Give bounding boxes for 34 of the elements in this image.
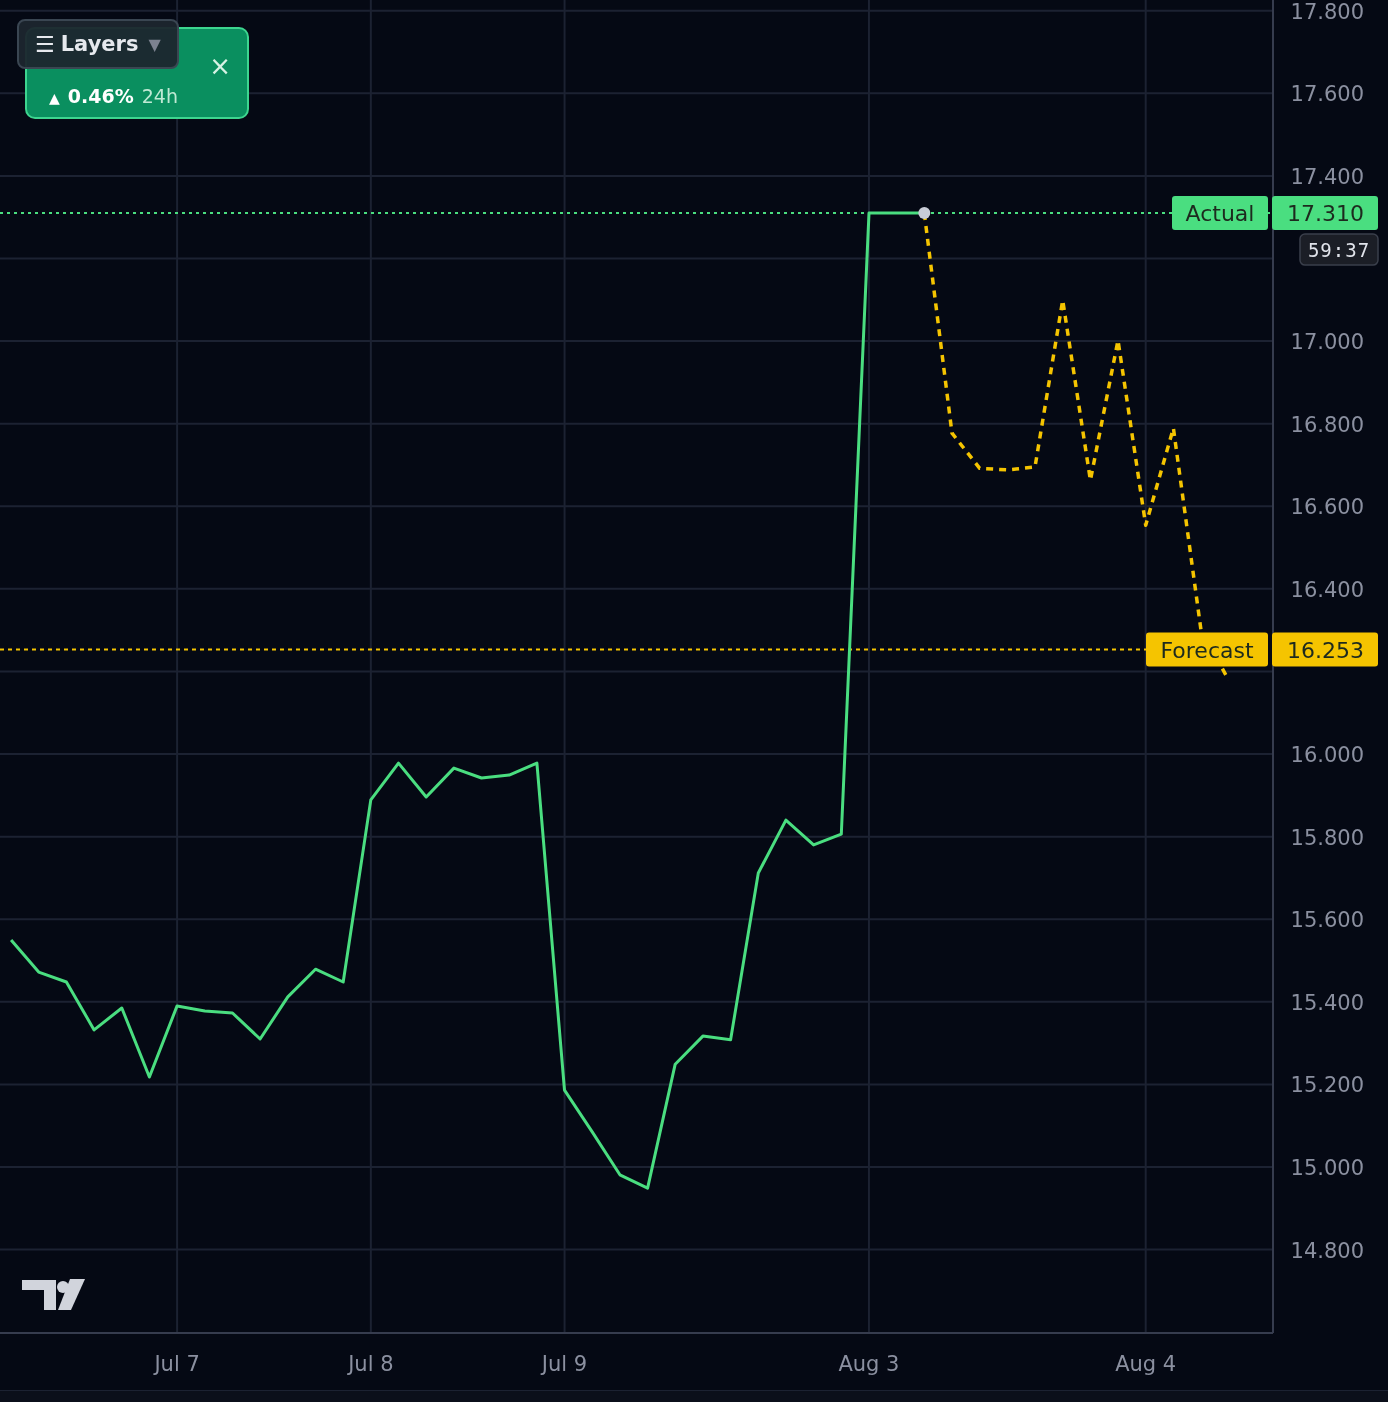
y-axis-label: 16.600 (1290, 495, 1364, 520)
layers-button[interactable]: ☰ Layers ▼ (17, 19, 179, 69)
y-axis-label: 17.000 (1290, 330, 1364, 355)
y-axis-label: 15.600 (1290, 908, 1364, 933)
ref-line-label: 16.253 (1287, 637, 1364, 663)
x-axis-label: Jul 7 (154, 1352, 200, 1376)
change-arrow-icon: ▲ (49, 90, 60, 106)
y-axis-label: 17.400 (1290, 164, 1364, 189)
y-axis-label: 17.600 (1290, 82, 1364, 107)
x-axis-label: Jul 8 (348, 1352, 394, 1376)
series-tag: Actual (1172, 196, 1268, 231)
y-axis-label: 15.000 (1290, 1156, 1364, 1180)
price-tag: 17.310 (1272, 196, 1378, 231)
price-change: 0.46% (67, 85, 134, 107)
last-point-marker (918, 207, 931, 220)
y-axis-label: 17.800 (1290, 0, 1364, 24)
legend-label: Forecast (1160, 637, 1254, 663)
series-tag: Forecast (1146, 632, 1268, 667)
x-axis-label: Aug 4 (1115, 1352, 1177, 1376)
y-axis-label: 15.200 (1290, 1073, 1364, 1098)
countdown-tag: 59:37 (1299, 233, 1379, 266)
logo-icon (22, 1279, 86, 1311)
y-axis-label: 15.800 (1290, 825, 1364, 850)
x-axis-label: Aug 3 (838, 1352, 900, 1376)
change-period: 24h (141, 85, 178, 107)
ref-line-label: 17.310 (1287, 201, 1364, 227)
legend-label: Actual (1185, 201, 1255, 227)
y-axis-label: 16.800 (1290, 412, 1364, 437)
y-axis-label: 15.400 (1290, 990, 1364, 1015)
y-axis-label: 14.800 (1290, 1238, 1364, 1263)
price-tag: 16.253 (1272, 632, 1378, 667)
x-axis-label: Jul 9 (541, 1352, 588, 1376)
y-axis-label: 16.000 (1290, 743, 1364, 768)
y-axis-label: 16.400 (1290, 577, 1364, 602)
